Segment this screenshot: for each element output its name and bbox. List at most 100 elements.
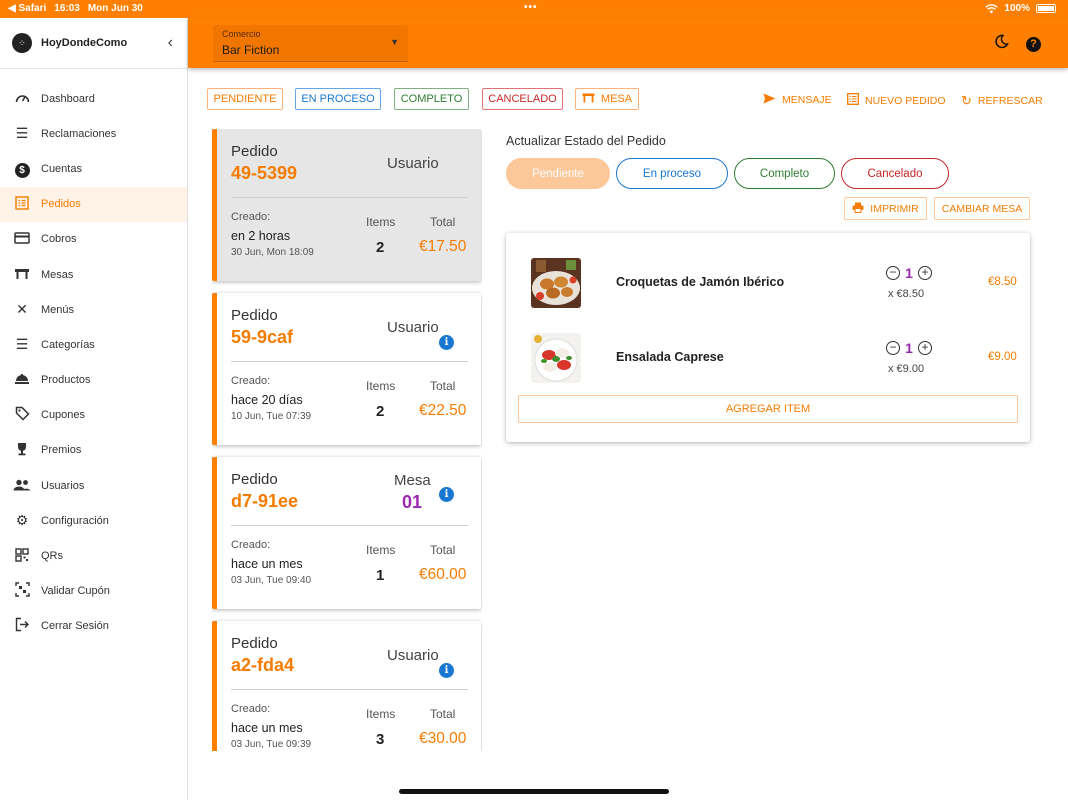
tag-icon bbox=[13, 406, 31, 424]
sidebar-item-cupones[interactable]: Cupones bbox=[0, 398, 187, 433]
created-date: 03 Jun, Tue 09:40 bbox=[231, 575, 312, 586]
info-icon[interactable]: i bbox=[439, 335, 454, 350]
chevron-down-icon: ▼ bbox=[390, 37, 399, 47]
refrescar-button[interactable]: ↻ REFRESCAR bbox=[961, 93, 1043, 109]
total-header: Total bbox=[430, 215, 456, 229]
info-icon[interactable]: i bbox=[439, 487, 454, 502]
divider bbox=[231, 689, 468, 690]
sidebar-item-label: Cupones bbox=[41, 409, 86, 422]
order-label: Pedido bbox=[231, 471, 278, 488]
order-label: Pedido bbox=[231, 307, 278, 324]
sidebar-item-productos[interactable]: Productos bbox=[0, 363, 187, 398]
sidebar-item-label: Menús bbox=[41, 303, 75, 316]
items-header: Items bbox=[366, 707, 396, 721]
plus-circle-icon[interactable]: + bbox=[918, 341, 932, 355]
order-customer-type: Usuario bbox=[387, 647, 439, 664]
minus-circle-icon[interactable]: − bbox=[886, 266, 900, 280]
status-pendiente-button[interactable]: Pendiente bbox=[506, 158, 610, 189]
line-total: €9.00 bbox=[988, 351, 1017, 363]
food-icon bbox=[13, 372, 31, 389]
info-icon[interactable]: i bbox=[439, 663, 454, 678]
trophy-icon bbox=[13, 442, 31, 459]
receipt-icon bbox=[13, 195, 31, 213]
status-en-proceso-button[interactable]: En proceso bbox=[616, 158, 728, 189]
sidebar-item-qrs[interactable]: QRs bbox=[0, 538, 187, 573]
comercio-select[interactable]: Comercio Bar Fiction ▼ bbox=[213, 25, 408, 62]
items-count: 3 bbox=[376, 731, 385, 748]
sidebar-item-label: QRs bbox=[41, 550, 63, 563]
users-icon bbox=[13, 478, 31, 494]
order-id: a2-fda4 bbox=[231, 655, 295, 675]
table-number: 01 bbox=[402, 492, 423, 512]
mensaje-button[interactable]: MENSAJE bbox=[763, 93, 832, 107]
order-card[interactable]: Pedido a2-fda4 Usuario i Creado: hace un… bbox=[212, 621, 481, 751]
sidebar-item-categorias[interactable]: ☰ Categorías bbox=[0, 327, 187, 362]
order-items-card: Croquetas de Jamón Ibérico − 1 + x €8.50… bbox=[506, 233, 1030, 442]
sidebar-item-pedidos[interactable]: Pedidos bbox=[0, 186, 187, 222]
created-date: 10 Jun, Tue 07:39 bbox=[231, 411, 312, 422]
sidebar-item-label: Premios bbox=[41, 444, 82, 457]
status-cancelado-button[interactable]: Cancelado bbox=[841, 158, 949, 189]
items-count: 2 bbox=[376, 403, 385, 420]
items-header: Items bbox=[366, 543, 396, 557]
agregar-item-button[interactable]: AGREGAR ITEM bbox=[518, 395, 1018, 423]
status-completo-button[interactable]: Completo bbox=[734, 158, 835, 189]
sidebar-item-cerrar-sesion[interactable]: Cerrar Sesión bbox=[0, 609, 187, 644]
sidebar-item-reclamaciones[interactable]: ☰ Reclamaciones bbox=[0, 116, 187, 151]
comercio-select-value: Bar Fiction bbox=[222, 43, 280, 57]
multitask-dots-icon[interactable]: ••• bbox=[524, 2, 538, 13]
home-indicator[interactable] bbox=[399, 789, 669, 794]
plus-circle-icon[interactable]: + bbox=[918, 266, 932, 280]
items-header: Items bbox=[366, 379, 396, 393]
total-header: Total bbox=[430, 707, 456, 721]
sidebar-item-cobros[interactable]: Cobros bbox=[0, 222, 187, 257]
sidebar-item-usuarios[interactable]: Usuarios bbox=[0, 468, 187, 503]
filter-mesa-button[interactable]: MESA bbox=[575, 88, 639, 110]
filter-pendiente-button[interactable]: PENDIENTE bbox=[207, 88, 283, 110]
unit-price: x €9.00 bbox=[888, 363, 925, 375]
minus-circle-icon[interactable]: − bbox=[886, 341, 900, 355]
created-label: Creado: bbox=[231, 375, 271, 387]
imprimir-button[interactable]: IMPRIMIR bbox=[844, 197, 927, 220]
order-total: €17.50 bbox=[419, 238, 467, 255]
refresh-icon: ↻ bbox=[961, 93, 972, 108]
sidebar-item-mesas[interactable]: Mesas bbox=[0, 257, 187, 292]
order-card[interactable]: Pedido 49-5399 Usuario Creado: en 2 hora… bbox=[212, 129, 481, 281]
collapse-sidebar-icon[interactable]: ‹ bbox=[168, 34, 173, 52]
sidebar-item-dashboard[interactable]: Dashboard bbox=[0, 81, 187, 116]
dark-mode-moon-icon[interactable] bbox=[994, 34, 1009, 53]
sidebar-item-premios[interactable]: Premios bbox=[0, 433, 187, 468]
browser-back-label[interactable]: ◀ Safari bbox=[8, 3, 46, 14]
sidebar-item-label: Usuarios bbox=[41, 479, 85, 492]
sidebar-item-configuracion[interactable]: ⚙ Configuración bbox=[0, 503, 187, 538]
unit-price: x €8.50 bbox=[888, 288, 925, 300]
created-date: 03 Jun, Tue 09:39 bbox=[231, 739, 312, 750]
sidebar-item-validar-cupon[interactable]: Validar Cupón bbox=[0, 574, 187, 609]
qr-scan-icon bbox=[13, 582, 31, 600]
created-label: Creado: bbox=[231, 703, 271, 715]
order-card[interactable]: Pedido d7-91ee Mesa 01 i Creado: hace un… bbox=[212, 457, 481, 609]
detail-title: Actualizar Estado del Pedido bbox=[506, 134, 666, 148]
help-icon[interactable]: ? bbox=[1026, 34, 1041, 52]
total-header: Total bbox=[430, 543, 456, 557]
filter-cancelado-button[interactable]: CANCELADO bbox=[482, 88, 563, 110]
sidebar-item-menus[interactable]: ✕ Menús bbox=[0, 292, 187, 327]
items-header: Items bbox=[366, 215, 396, 229]
order-total: €60.00 bbox=[419, 566, 467, 583]
order-card[interactable]: Pedido 59-9caf Usuario i Creado: hace 20… bbox=[212, 293, 481, 445]
receipt-icon bbox=[847, 93, 859, 108]
divider bbox=[231, 525, 468, 526]
filter-en-proceso-button[interactable]: EN PROCESO bbox=[295, 88, 381, 110]
table-icon bbox=[582, 93, 595, 106]
order-customer-type: Usuario bbox=[387, 155, 439, 172]
total-header: Total bbox=[430, 379, 456, 393]
sidebar-item-label: Productos bbox=[41, 374, 91, 387]
sidebar-item-label: Mesas bbox=[41, 268, 74, 281]
cambiar-mesa-button[interactable]: CAMBIAR MESA bbox=[934, 197, 1030, 220]
sidebar-item-cuentas[interactable]: $ Cuentas bbox=[0, 151, 187, 186]
nuevo-pedido-button[interactable]: NUEVO PEDIDO bbox=[847, 93, 946, 108]
filter-completo-button[interactable]: COMPLETO bbox=[394, 88, 469, 110]
order-item: Croquetas de Jamón Ibérico − 1 + x €8.50… bbox=[506, 258, 1030, 318]
sidebar-item-label: Cerrar Sesión bbox=[41, 620, 109, 633]
order-customer-type: Usuario bbox=[387, 319, 439, 336]
